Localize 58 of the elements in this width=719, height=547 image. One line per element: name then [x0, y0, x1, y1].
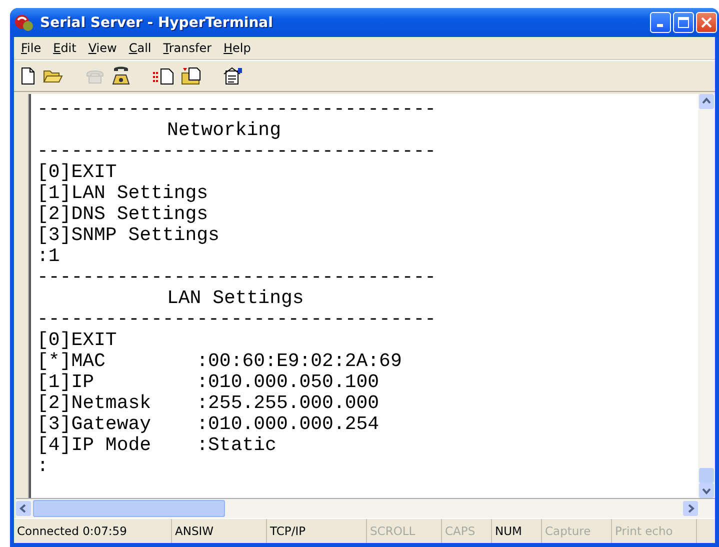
- scroll-right-icon[interactable]: [683, 501, 698, 516]
- status-panel: SCROLL: [367, 519, 442, 543]
- window-title: Serial Server - HyperTerminal: [40, 14, 274, 30]
- maximize-icon: [678, 17, 689, 28]
- setting-label: [4]IP Mode: [37, 435, 152, 456]
- app-icon: [14, 14, 34, 32]
- status-panel: Connected 0:07:59: [14, 519, 172, 543]
- scrollbar-thumb[interactable]: [33, 500, 225, 517]
- close-icon: [701, 17, 712, 28]
- terminal-line: [0]EXIT: [37, 162, 117, 183]
- minimize-button[interactable]: [650, 12, 671, 33]
- menu-item[interactable]: Help: [218, 40, 256, 56]
- setting-label: [*]MAC: [37, 351, 106, 372]
- menu-item[interactable]: Call: [124, 40, 156, 56]
- new-document-icon[interactable]: [20, 67, 36, 85]
- setting-value: :00:60:E9:02:2A:69: [196, 351, 402, 372]
- vertical-scrollbar[interactable]: [698, 94, 715, 498]
- receive-file-icon[interactable]: [181, 67, 201, 85]
- terminal-line: :1: [37, 246, 60, 267]
- status-panel: Capture: [542, 519, 612, 543]
- terminal-line: [3]SNMP Settings: [37, 225, 220, 246]
- status-panel: ANSIW: [172, 519, 267, 543]
- telephone-icon[interactable]: [112, 66, 130, 86]
- maximize-button[interactable]: [673, 12, 694, 33]
- menu-item[interactable]: View: [83, 40, 122, 56]
- terminal-line: [0]EXIT: [37, 330, 117, 351]
- setting-label: [3]Gateway: [37, 414, 152, 435]
- menu-heading: LAN Settings: [166, 288, 304, 309]
- menu-item[interactable]: File: [16, 40, 46, 56]
- scroll-down-icon[interactable]: [699, 483, 714, 498]
- dashed-rule-text: -----------------------------------: [37, 309, 436, 330]
- setting-value: :255.255.000.000: [196, 393, 380, 414]
- dashed-rule-text: -----------------------------------: [37, 267, 436, 288]
- properties-icon[interactable]: [223, 67, 243, 85]
- dashed-rule-text: -----------------------------------: [37, 99, 436, 120]
- scroll-up-icon[interactable]: [699, 94, 714, 109]
- close-button[interactable]: [696, 12, 717, 33]
- setting-label: [2]Netmask: [37, 393, 152, 414]
- status-panel: TCP/IP: [267, 519, 367, 543]
- menu-heading: Networking: [166, 120, 281, 141]
- terminal-line: [2]DNS Settings: [37, 204, 208, 225]
- setting-value: :010.000.050.100: [196, 372, 380, 393]
- status-panel: CAPS: [442, 519, 492, 543]
- setting-value: :010.000.000.254: [196, 414, 380, 435]
- terminal-line: :: [37, 456, 48, 477]
- status-panel: Print echo: [612, 519, 697, 543]
- scrollbar-thumb[interactable]: [699, 468, 714, 483]
- setting-value: :Static: [196, 435, 276, 456]
- folder-icon[interactable]: [43, 68, 63, 84]
- horizontal-scrollbar[interactable]: [16, 498, 715, 518]
- scroll-left-icon[interactable]: [16, 501, 31, 516]
- dashed-rule-text: -----------------------------------: [37, 141, 436, 162]
- status-panel: NUM: [492, 519, 542, 543]
- menu-item[interactable]: Transfer: [158, 40, 217, 56]
- send-file-icon[interactable]: [152, 67, 174, 85]
- terminal-line: [1]LAN Settings: [37, 183, 208, 204]
- menu-item[interactable]: Edit: [48, 40, 82, 56]
- setting-label: [1]IP: [37, 372, 96, 393]
